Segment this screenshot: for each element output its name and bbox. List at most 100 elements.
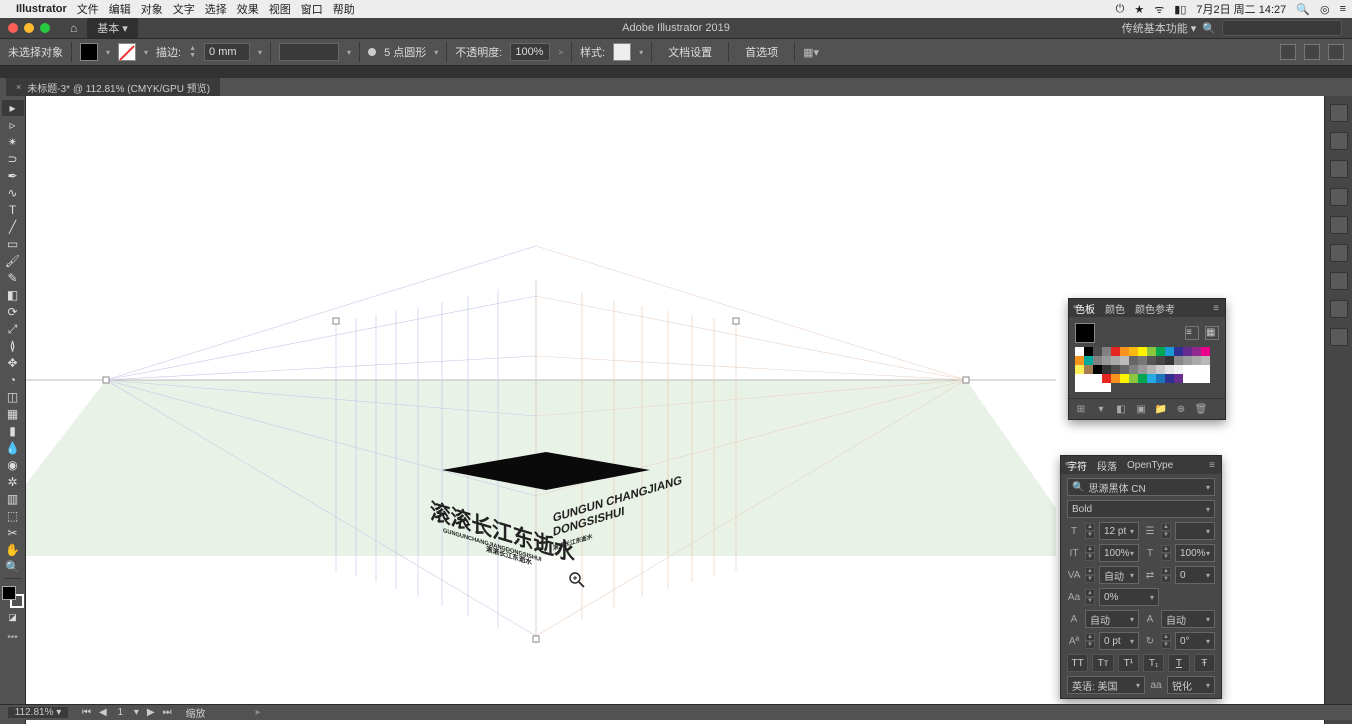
swatch-cell[interactable] — [1102, 347, 1111, 356]
free-transform-tool[interactable]: ✥ — [2, 355, 24, 371]
fill-swatch[interactable] — [80, 43, 98, 61]
swatch-cell[interactable] — [1147, 356, 1156, 365]
swatch-libraries-icon[interactable]: ⊞ — [1075, 403, 1087, 415]
swatch-cell[interactable] — [1111, 347, 1120, 356]
document-setup-button[interactable]: 文档设置 — [660, 42, 720, 62]
swatch-cell[interactable] — [1192, 356, 1201, 365]
dock-libraries-icon[interactable] — [1330, 244, 1348, 262]
dock-align-icon[interactable] — [1330, 328, 1348, 346]
swatch-cell[interactable] — [1165, 365, 1174, 374]
swatch-cell[interactable] — [1138, 356, 1147, 365]
pen-tool[interactable]: ✒ — [2, 168, 24, 184]
swatch-cell[interactable] — [1084, 374, 1093, 383]
swatch-cell[interactable] — [1093, 365, 1102, 374]
profile-field[interactable] — [279, 43, 339, 61]
vertical-scale-field[interactable]: 100%▾ — [1099, 544, 1139, 562]
baseline-pct-field[interactable]: 0%▾ — [1099, 588, 1159, 606]
swatch-cell[interactable] — [1147, 374, 1156, 383]
swatch-cell[interactable] — [1102, 365, 1111, 374]
kerning-field[interactable]: 自动▾ — [1099, 566, 1139, 584]
stroke-swatch[interactable] — [118, 43, 136, 61]
underline-button[interactable]: T — [1168, 654, 1189, 672]
tab-opentype[interactable]: OpenType — [1127, 460, 1173, 471]
curvature-tool[interactable]: ∿ — [2, 185, 24, 201]
perspective-grid-tool[interactable]: ◫ — [2, 389, 24, 405]
delete-swatch-icon[interactable]: 🗑 — [1195, 403, 1207, 415]
workspace-switcher[interactable]: 传统基本功能 ▾ — [1122, 20, 1197, 36]
antialias-field[interactable]: 锐化▾ — [1167, 676, 1215, 694]
dock-properties-icon[interactable] — [1330, 104, 1348, 122]
hand-tool[interactable]: ✋ — [2, 542, 24, 558]
lasso-tool[interactable]: ⊃ — [2, 151, 24, 167]
swatch-cell[interactable] — [1120, 347, 1129, 356]
swatch-cell[interactable] — [1129, 374, 1138, 383]
close-window-icon[interactable] — [8, 23, 18, 33]
new-swatch-icon[interactable]: ⊕ — [1175, 403, 1187, 415]
rotate-tool[interactable]: ⟳ — [2, 304, 24, 320]
swatch-cell[interactable] — [1147, 365, 1156, 374]
swatch-cell[interactable] — [1201, 356, 1210, 365]
menu-edit[interactable]: 编辑 — [109, 1, 131, 17]
swatch-cell[interactable] — [1192, 374, 1201, 383]
swatch-grid[interactable] — [1075, 347, 1219, 392]
swatch-cell[interactable] — [1156, 347, 1165, 356]
new-color-group-icon[interactable]: ▣ — [1135, 403, 1147, 415]
type-tool[interactable]: T — [2, 202, 24, 218]
zoom-level[interactable]: 112.81% ▾ — [8, 707, 68, 718]
dock-color-icon[interactable] — [1330, 132, 1348, 150]
dock-brushes-icon[interactable] — [1330, 272, 1348, 290]
swatch-cell[interactable] — [1156, 374, 1165, 383]
swatch-cell[interactable] — [1120, 374, 1129, 383]
swatch-cell[interactable] — [1138, 365, 1147, 374]
panel-collapse-icon[interactable]: « — [1073, 301, 1078, 311]
eyedropper-tool[interactable]: 💧 — [2, 440, 24, 456]
swatch-cell[interactable] — [1183, 356, 1192, 365]
show-swatch-kinds-icon[interactable]: ▾ — [1095, 403, 1107, 415]
brush-profile[interactable]: 5 点圆形 — [384, 44, 426, 60]
swatch-cell[interactable] — [1183, 347, 1192, 356]
menu-file[interactable]: 文件 — [77, 1, 99, 17]
font-weight-field[interactable]: Bold▾ — [1067, 500, 1215, 518]
status-icon[interactable]: ⏻ — [1116, 3, 1125, 16]
swatch-cell[interactable] — [1156, 365, 1165, 374]
artboard-number[interactable]: 1 — [113, 707, 127, 718]
toolbar-menu-icon[interactable] — [1328, 44, 1344, 60]
search-input[interactable] — [1222, 20, 1342, 36]
swatch-options-icon[interactable]: ◧ — [1115, 403, 1127, 415]
swatch-cell[interactable] — [1174, 365, 1183, 374]
menu-window[interactable]: 窗口 — [301, 1, 323, 17]
swatch-cell[interactable] — [1075, 374, 1084, 383]
swatch-cell[interactable] — [1084, 383, 1093, 392]
menu-view[interactable]: 视图 — [269, 1, 291, 17]
list-view-icon[interactable]: ≡ — [1185, 326, 1199, 340]
fill-stroke-control[interactable] — [2, 586, 24, 608]
toolbar-icon[interactable] — [1304, 44, 1320, 60]
column-graph-tool[interactable]: ▥ — [2, 491, 24, 507]
swatches-panel[interactable]: « 色板 颜色 颜色参考 ≡ ≡ ▦ ⊞ ▾ ◧ ▣ 📁 ⊕ 🗑 — [1068, 298, 1226, 420]
close-tab-icon[interactable]: × — [16, 82, 21, 92]
scale-tool[interactable]: ⤢ — [2, 321, 24, 337]
swatch-cell[interactable] — [1201, 374, 1210, 383]
panel-menu-icon[interactable]: ≡ — [1209, 460, 1215, 471]
symbol-sprayer-tool[interactable]: ✲ — [2, 474, 24, 490]
paintbrush-tool[interactable]: 🖌 — [2, 253, 24, 269]
superscript-button[interactable]: T¹ — [1118, 654, 1139, 672]
dock-symbols-icon[interactable] — [1330, 300, 1348, 318]
swatch-cell[interactable] — [1183, 365, 1192, 374]
spotlight-icon[interactable]: 🔍 — [1296, 3, 1310, 16]
dock-appearance-icon[interactable] — [1330, 216, 1348, 234]
swatch-cell[interactable] — [1084, 365, 1093, 374]
tracking-field[interactable]: 0▾ — [1175, 566, 1215, 584]
notification-icon[interactable]: ≡ — [1340, 3, 1346, 15]
swatch-cell[interactable] — [1075, 365, 1084, 374]
smallcaps-button[interactable]: Tᴛ — [1092, 654, 1113, 672]
rectangle-tool[interactable]: ▭ — [2, 236, 24, 252]
auto1-field[interactable]: 自动▾ — [1085, 610, 1139, 628]
swatch-cell[interactable] — [1084, 356, 1093, 365]
swatch-cell[interactable] — [1156, 356, 1165, 365]
character-panel[interactable]: « 字符 段落 OpenType ≡ 🔍思源黑体 CN▾ Bold▾ T ▲▼ … — [1060, 455, 1222, 699]
swatch-cell[interactable] — [1138, 374, 1147, 383]
swatch-cell[interactable] — [1174, 347, 1183, 356]
swatch-cell[interactable] — [1129, 365, 1138, 374]
preferences-button[interactable]: 首选项 — [737, 42, 786, 62]
